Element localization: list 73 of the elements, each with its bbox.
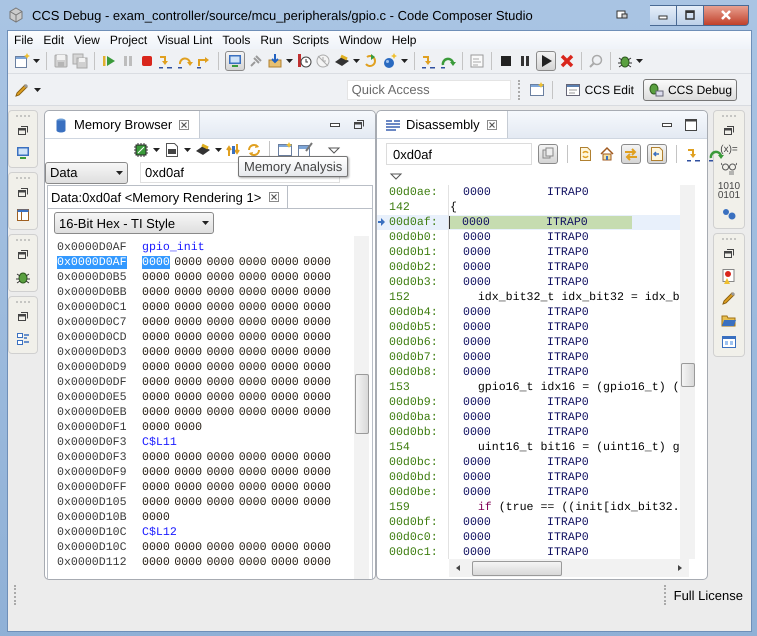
source-code-line: uint16_t bit16 = (uint16_t) g [476, 441, 680, 454]
symbol-label: C$L11 [142, 436, 177, 449]
symbol-label: gpio_init [142, 241, 205, 254]
instruction-address: 00d0b7: [377, 350, 449, 365]
instruction-address: 00d0b3: [377, 275, 449, 290]
instruction-address: 00d0b1: [377, 245, 449, 260]
source-line-number: 153 [377, 380, 449, 395]
source-code-line: if (true == ((init[idx_bit32. [476, 501, 680, 514]
instruction-address: 00d0bf: [377, 515, 449, 530]
instruction-address: 00d0b0: [377, 230, 449, 245]
opcode: 0000 [463, 471, 492, 484]
instruction-address: 00d0be: [377, 485, 449, 500]
instruction-mnemonic: ITRAP0 [547, 486, 590, 499]
instruction-address: 00d0ba: [377, 410, 449, 425]
instruction-mnemonic: ITRAP0 [547, 306, 590, 319]
instruction-mnemonic: ITRAP0 [547, 531, 590, 544]
instruction-address: 00d0c0: [377, 530, 449, 545]
opcode: 0000 [463, 321, 492, 334]
instruction-address: 00d0bd: [377, 470, 449, 485]
instruction-mnemonic: ITRAP0 [547, 231, 590, 244]
instruction-mnemonic: ITRAP0 [547, 471, 590, 484]
opcode: 0000 [463, 366, 492, 379]
instruction-mnemonic: ITRAP0 [547, 366, 590, 379]
instruction-address: 00d0b4: [377, 305, 449, 320]
instruction-address: 00d0b9: [377, 395, 449, 410]
source-code-line: gpio16_t idx16 = (gpio16_t) ( [476, 381, 680, 394]
instruction-mnemonic: ITRAP0 [547, 411, 590, 424]
instruction-address: 00d0b5: [377, 320, 449, 335]
opcode: 0000 [462, 216, 491, 229]
source-line-number: 154 [377, 440, 449, 455]
source-code-line: { [450, 201, 457, 214]
opcode: 0000 [463, 336, 492, 349]
opcode: 0000 [463, 546, 492, 559]
opcode: 0000 [463, 516, 492, 529]
symbol-label: C$L12 [142, 526, 177, 539]
window-title: CCS Debug - exam_controller/source/mcu_peripherals/gpio.c - Code Composer Studio [32, 8, 533, 22]
opcode: 0000 [463, 396, 492, 409]
tooltip: Memory Analysis [238, 156, 348, 177]
instruction-mnemonic: ITRAP0 [547, 261, 590, 274]
instruction-mnemonic: ITRAP0 [547, 546, 590, 559]
source-line-number: 152 [377, 290, 449, 305]
opcode: 0000 [463, 261, 492, 274]
opcode: 0000 [463, 276, 492, 289]
instruction-address: 00d0bc: [377, 455, 449, 470]
opcode: 0000 [463, 426, 492, 439]
instruction-mnemonic: ITRAP0 [546, 216, 589, 229]
instruction-address: 00d0b8: [377, 365, 449, 380]
instruction-address: 00d0ae: [377, 185, 449, 200]
opcode: 0000 [463, 231, 492, 244]
instruction-mnemonic: ITRAP0 [547, 321, 590, 334]
source-line-number: 159 [377, 500, 449, 515]
instruction-mnemonic: ITRAP0 [547, 396, 590, 409]
license-status: Full License [674, 588, 743, 602]
instruction-mnemonic: ITRAP0 [547, 246, 590, 259]
instruction-mnemonic: ITRAP0 [547, 186, 590, 199]
opcode: 0000 [463, 456, 492, 469]
opcode: 0000 [463, 351, 492, 364]
opcode: 0000 [463, 186, 492, 199]
instruction-mnemonic: ITRAP0 [547, 351, 590, 364]
opcode: 0000 [463, 411, 492, 424]
instruction-mnemonic: ITRAP0 [547, 516, 590, 529]
instruction-address: 00d0bb: [377, 425, 449, 440]
instruction-mnemonic: ITRAP0 [547, 426, 590, 439]
instruction-mnemonic: ITRAP0 [547, 456, 590, 469]
opcode: 0000 [463, 246, 492, 259]
source-code-line: idx_bit32_t idx_bit32 = idx_b [476, 291, 680, 304]
opcode: 0000 [463, 306, 492, 319]
instruction-address: 00d0b6: [377, 335, 449, 350]
instruction-mnemonic: ITRAP0 [547, 276, 590, 289]
opcode: 0000 [463, 486, 492, 499]
instruction-mnemonic: ITRAP0 [547, 336, 590, 349]
instruction-address: 00d0b2: [377, 260, 449, 275]
opcode: 0000 [463, 531, 492, 544]
